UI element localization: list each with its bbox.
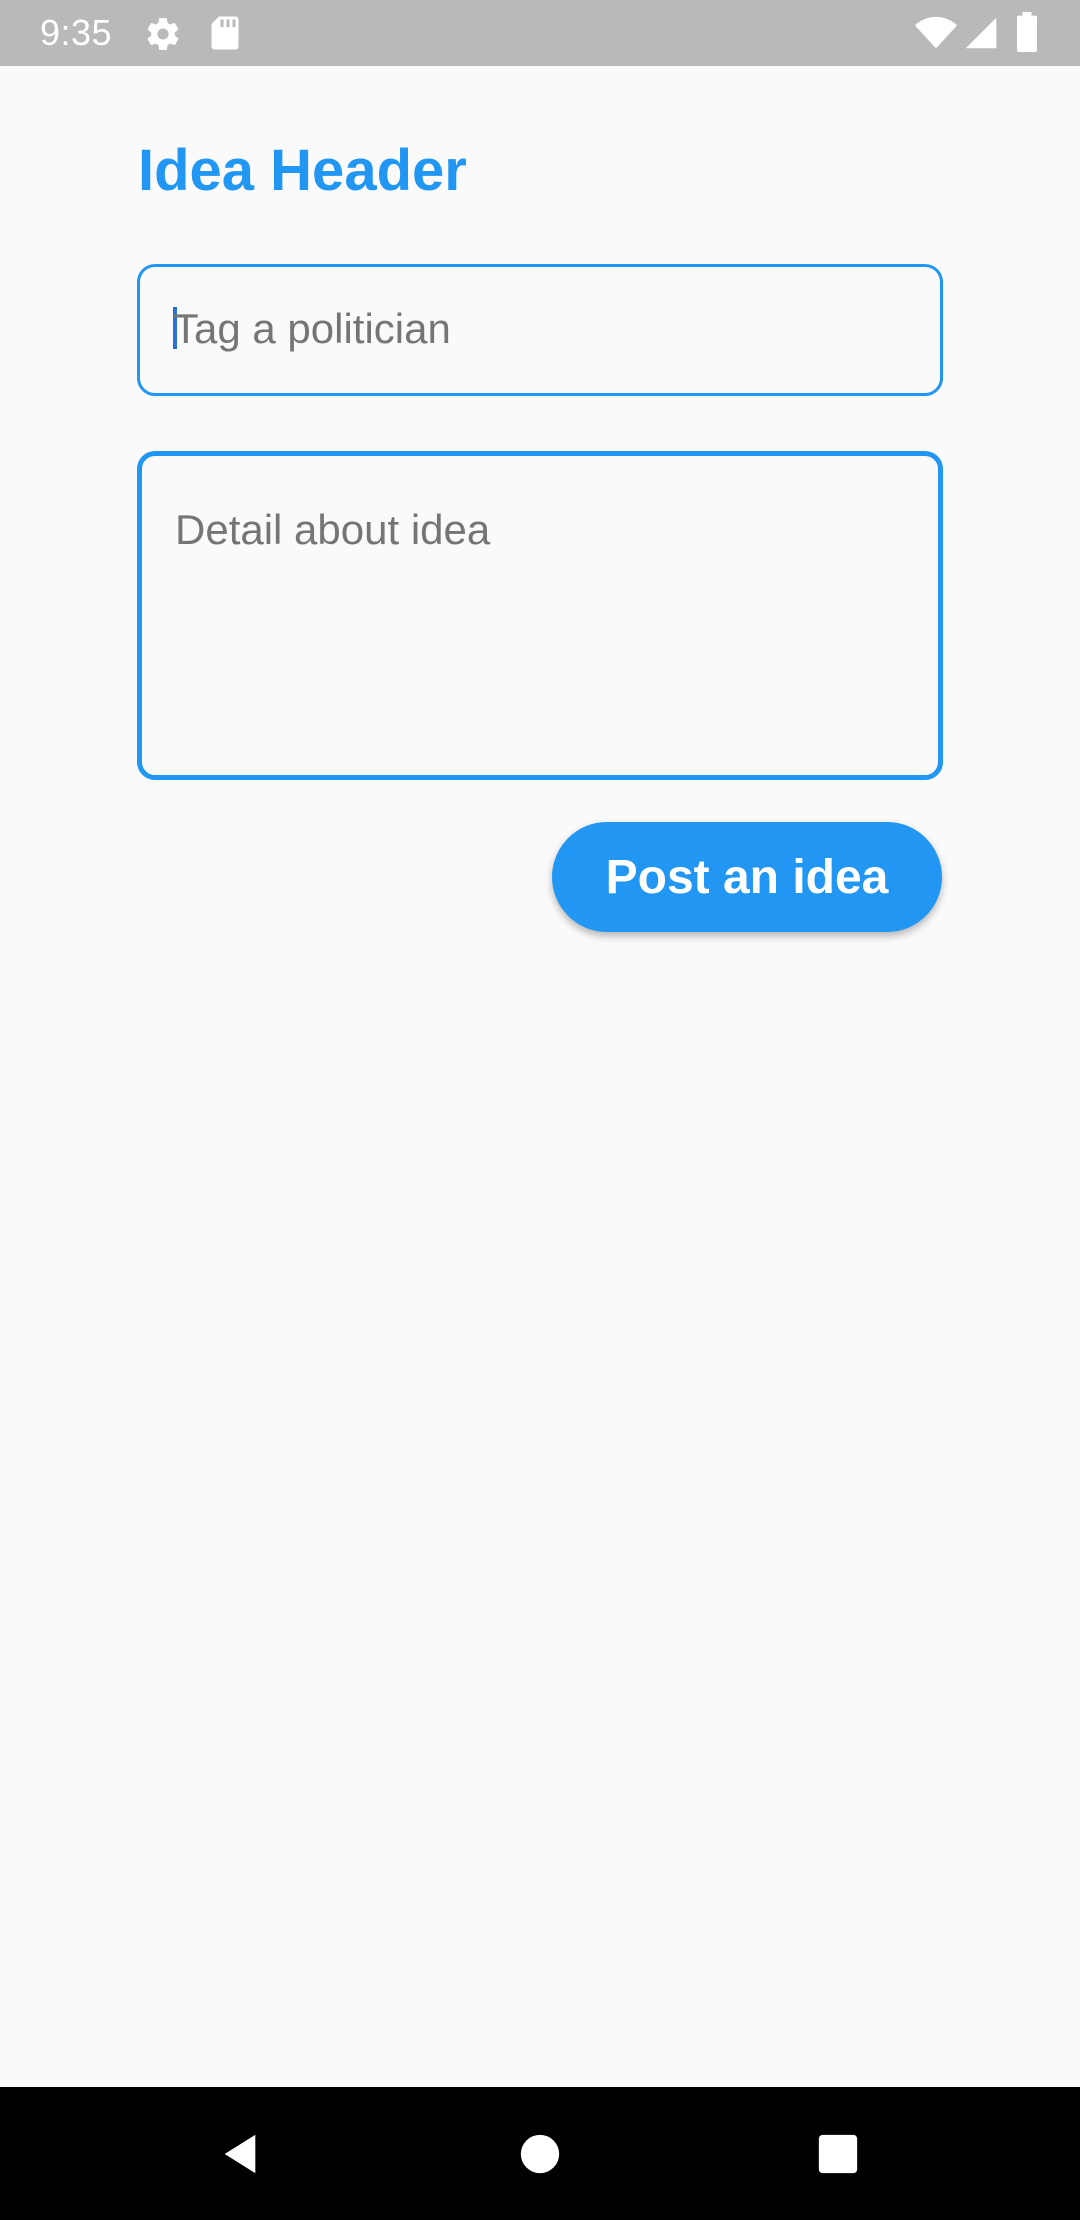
back-icon[interactable] [217,2131,263,2177]
page-title: Idea Header [138,138,467,203]
wifi-icon [914,16,958,49]
battery-icon [1017,12,1037,52]
post-idea-button[interactable]: Post an idea [552,822,942,932]
gear-icon [147,18,179,50]
idea-detail-textarea[interactable]: Detail about idea [137,451,943,780]
recents-icon[interactable] [815,2131,861,2177]
tag-politician-input[interactable]: Tag a politician [137,264,943,396]
navigation-bar [0,2087,1080,2220]
status-bar: 9:35 [0,0,1080,66]
status-time: 9:35 [40,12,113,53]
post-idea-button-label: Post an idea [605,850,889,904]
sd-card-icon [211,16,239,50]
home-icon[interactable] [517,2131,563,2177]
cell-signal-icon [965,17,997,49]
tag-politician-placeholder: Tag a politician [173,305,451,352]
idea-detail-placeholder: Detail about idea [175,506,491,553]
